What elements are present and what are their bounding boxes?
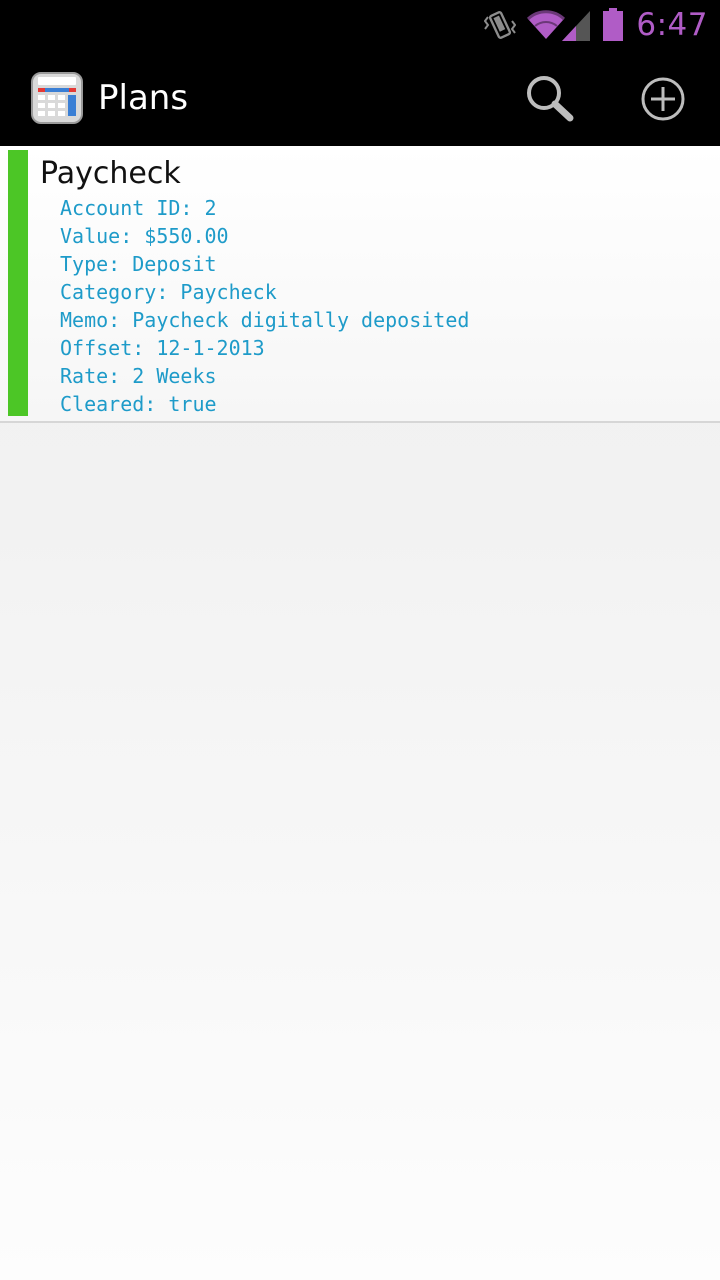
plan-color-strip [8,150,28,416]
detail-value: Value: $550.00 [60,224,229,248]
detail-cleared: Cleared: true [60,392,217,416]
detail-type: Type: Deposit [60,252,217,276]
status-bar: 6:47 [0,0,720,50]
detail-offset: Offset: 12-1-2013 [60,336,265,360]
plan-list-item[interactable]: Paycheck Account ID: 2 Value: $550.00 Ty… [0,146,720,423]
cell-signal-icon [562,9,592,41]
action-bar: Plans [0,50,720,146]
add-plan-button[interactable] [634,70,692,128]
detail-rate: Rate: 2 Weeks [60,364,217,388]
page-title: Plans [98,78,189,118]
clock: 6:47 [636,7,708,43]
detail-memo: Memo: Paycheck digitally deposited [60,308,470,332]
search-icon [527,76,574,122]
calculator-icon [31,72,83,124]
plan-details: Account ID: 2 Value: $550.00 Type: Depos… [60,194,469,418]
vibrate-icon [484,7,517,43]
add-circle-icon [641,77,685,121]
wifi-icon [526,9,566,41]
battery-icon [602,8,624,42]
search-button[interactable] [522,72,580,126]
detail-category: Category: Paycheck [60,280,277,304]
plan-name: Paycheck [40,156,181,191]
status-icons: 6:47 [484,0,720,50]
detail-account-id: Account ID: 2 [60,196,217,220]
